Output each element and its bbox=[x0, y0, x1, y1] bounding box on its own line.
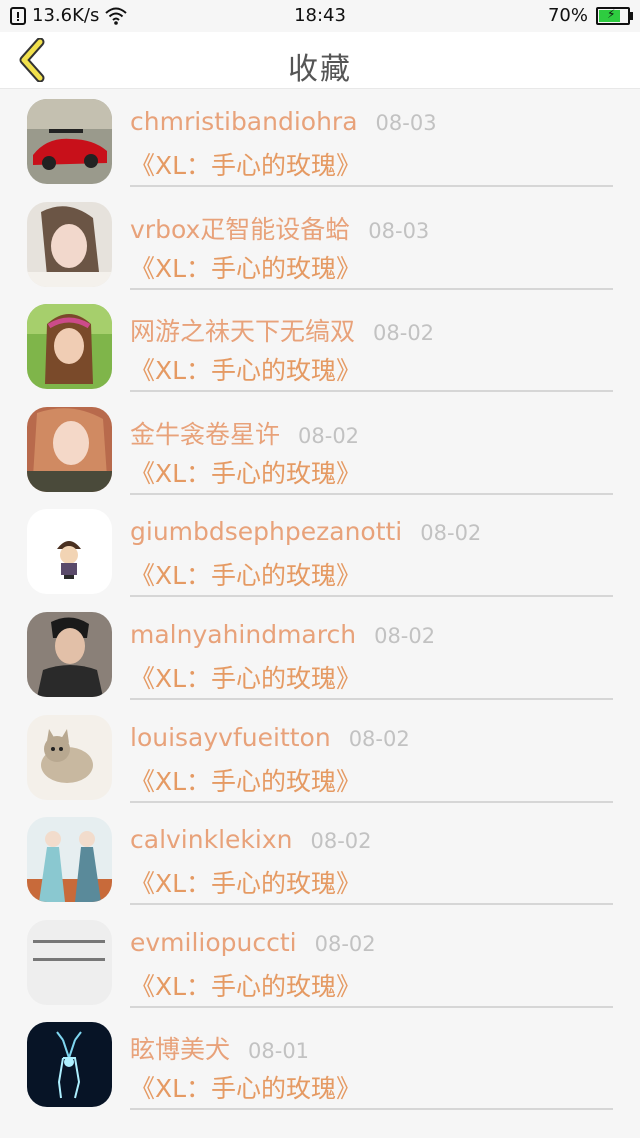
anime-couple-avatar[interactable] bbox=[27, 817, 112, 903]
divider bbox=[130, 492, 613, 495]
date: 08-02 bbox=[310, 829, 372, 854]
date: 08-03 bbox=[375, 111, 437, 135]
user-name: evmiliopuccti bbox=[130, 927, 297, 957]
divider bbox=[130, 595, 613, 598]
song-title[interactable]: 《XL：手心的玫瑰》 bbox=[130, 146, 361, 182]
date: 08-02 bbox=[374, 623, 436, 648]
song-title[interactable]: 《XL：手心的玫瑰》 bbox=[130, 454, 361, 490]
favorites-list: chmristibandiohra 08-03 《XL：手心的玫瑰》 vrbox… bbox=[0, 89, 640, 1115]
list-item[interactable]: evmiliopuccti 08-02 《XL：手心的玫瑰》 bbox=[0, 910, 640, 1013]
list-item[interactable]: vrbox疋智能设备蛤 08-03 《XL：手心的玫瑰》 bbox=[0, 192, 640, 295]
divider bbox=[130, 1005, 613, 1008]
user-name: louisayvfueitton bbox=[130, 722, 331, 752]
song-title[interactable]: 《XL：手心的玫瑰》 bbox=[130, 659, 361, 695]
list-item[interactable]: calvinklekixn 08-02 《XL：手心的玫瑰》 bbox=[0, 807, 640, 910]
divider bbox=[130, 185, 613, 187]
date: 08-02 bbox=[420, 521, 482, 546]
song-title[interactable]: 《XL：手心的玫瑰》 bbox=[130, 249, 361, 285]
status-bar: 13.6K/s 18:43 70% ⚡ bbox=[0, 0, 640, 32]
song-title[interactable]: 《XL：手心的玫瑰》 bbox=[130, 1069, 361, 1105]
car-avatar[interactable] bbox=[27, 99, 112, 184]
nav-bar: 收藏 bbox=[0, 32, 640, 89]
list-item[interactable]: giumbdsephpezanotti 08-02 《XL：手心的玫瑰》 bbox=[0, 499, 640, 602]
user-name: 金牛衾卷星许 bbox=[130, 419, 281, 449]
battery-percent: 70% bbox=[547, 5, 588, 26]
man-avatar[interactable] bbox=[27, 611, 112, 697]
divider bbox=[130, 1108, 613, 1111]
list-item[interactable]: malnyahindmarch 08-02 《XL：手心的玫瑰》 bbox=[0, 602, 640, 705]
date: 08-02 bbox=[348, 726, 410, 751]
girl-selfie-avatar[interactable] bbox=[27, 406, 112, 492]
page-title: 收藏 bbox=[288, 52, 352, 87]
list-item[interactable]: louisayvfueitton 08-02 《XL：手心的玫瑰》 bbox=[0, 705, 640, 808]
list-item[interactable]: chmristibandiohra 08-03 《XL：手心的玫瑰》 bbox=[0, 89, 640, 192]
status-right: 70% ⚡ bbox=[547, 5, 633, 26]
user-name: malnyahindmarch bbox=[130, 619, 357, 649]
divider bbox=[130, 697, 613, 700]
song-title[interactable]: 《XL：手心的玫瑰》 bbox=[130, 864, 361, 900]
list-item[interactable]: 网游之祙天下无缟双 08-02 《XL：手心的玫瑰》 bbox=[0, 294, 640, 397]
song-title[interactable]: 《XL：手心的玫瑰》 bbox=[130, 762, 361, 798]
cat-avatar[interactable] bbox=[27, 714, 112, 800]
battery-icon: ⚡ bbox=[596, 6, 633, 25]
song-title[interactable]: 《XL：手心的玫瑰》 bbox=[130, 351, 361, 387]
date: 08-02 bbox=[373, 321, 435, 346]
text-avatar[interactable] bbox=[27, 919, 112, 1005]
user-name: chmristibandiohra bbox=[130, 107, 358, 136]
list-item[interactable]: 眩博美犬 08-01 《XL：手心的玫瑰》 bbox=[0, 1012, 640, 1115]
child-avatar[interactable] bbox=[27, 304, 112, 390]
date: 08-02 bbox=[314, 931, 376, 956]
user-name: calvinklekixn bbox=[130, 825, 293, 855]
divider bbox=[130, 800, 613, 803]
cartoon-avatar[interactable] bbox=[27, 509, 112, 595]
user-name: 眩博美犬 bbox=[130, 1035, 231, 1065]
list-item[interactable]: 金牛衾卷星许 08-02 《XL：手心的玫瑰》 bbox=[0, 397, 640, 500]
user-name: 网游之祙天下无缟双 bbox=[130, 317, 356, 347]
divider bbox=[130, 390, 613, 393]
deer-avatar[interactable] bbox=[27, 1022, 112, 1108]
divider bbox=[130, 903, 613, 906]
user-name: giumbdsephpezanotti bbox=[130, 517, 403, 547]
date: 08-02 bbox=[298, 423, 360, 448]
date: 08-01 bbox=[248, 1039, 310, 1064]
date: 08-03 bbox=[368, 218, 430, 243]
song-title[interactable]: 《XL：手心的玫瑰》 bbox=[130, 556, 361, 592]
divider bbox=[130, 287, 613, 290]
girl-avatar[interactable] bbox=[27, 201, 112, 287]
user-name: vrbox疋智能设备蛤 bbox=[130, 214, 351, 244]
song-title[interactable]: 《XL：手心的玫瑰》 bbox=[130, 967, 361, 1003]
clock: 18:43 bbox=[294, 5, 346, 26]
